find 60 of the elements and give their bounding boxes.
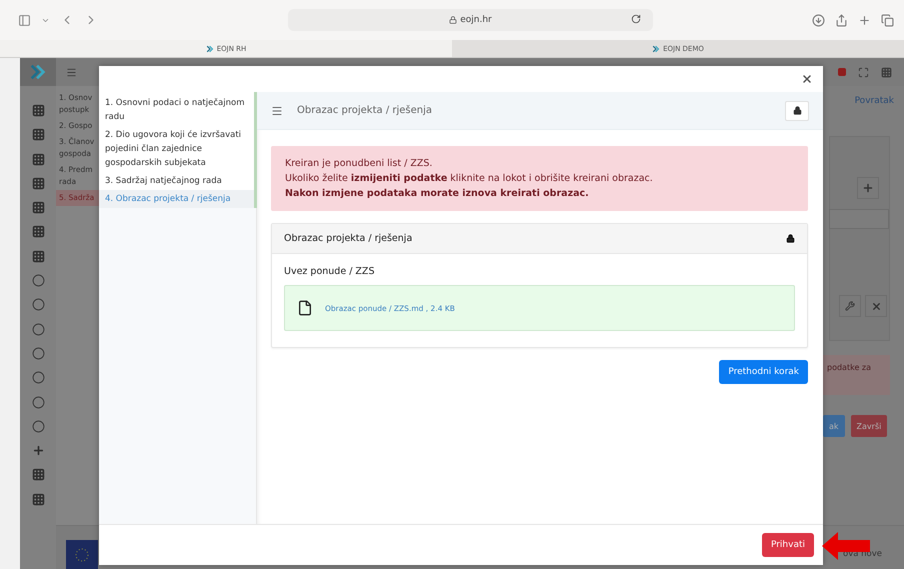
share-icon[interactable] bbox=[835, 14, 848, 26]
grid-icon[interactable] bbox=[32, 152, 44, 166]
circle-icon[interactable] bbox=[32, 420, 44, 433]
url-text: eojn.hr bbox=[460, 15, 492, 25]
circle-icon[interactable] bbox=[32, 298, 44, 312]
plus-icon[interactable] bbox=[32, 444, 44, 458]
back-link[interactable]: Povratak bbox=[854, 96, 894, 106]
tabs-icon[interactable] bbox=[881, 14, 894, 26]
section-title: Obrazac projekta / rješenja bbox=[297, 105, 432, 116]
reload-icon[interactable] bbox=[631, 14, 641, 24]
fullscreen-icon[interactable] bbox=[858, 66, 869, 78]
logo-icon bbox=[652, 44, 660, 52]
circle-icon[interactable] bbox=[32, 322, 44, 336]
sidebar-icon[interactable] bbox=[18, 14, 31, 26]
download-icon[interactable] bbox=[812, 14, 825, 26]
close-icon bbox=[801, 73, 813, 85]
lock-icon bbox=[449, 16, 458, 24]
grid-icon[interactable] bbox=[32, 250, 44, 263]
circle-icon[interactable] bbox=[32, 371, 44, 384]
action-button[interactable]: ak bbox=[823, 415, 845, 437]
grid-icon[interactable] bbox=[32, 201, 44, 214]
plus-icon bbox=[862, 182, 874, 194]
apps-icon[interactable] bbox=[881, 66, 892, 78]
grid-icon[interactable] bbox=[32, 176, 44, 190]
grid-icon[interactable] bbox=[32, 128, 44, 142]
new-tab-icon[interactable] bbox=[858, 14, 871, 26]
close-icon bbox=[870, 300, 882, 312]
lock-button[interactable] bbox=[785, 100, 809, 120]
circle-icon[interactable] bbox=[32, 346, 44, 360]
previous-step-button[interactable]: Prethodni korak bbox=[719, 360, 808, 384]
file-icon bbox=[297, 300, 313, 316]
field-label: Uvez ponude / ZZS bbox=[284, 266, 376, 277]
menu-icon[interactable] bbox=[271, 104, 283, 116]
wrench-icon bbox=[845, 301, 855, 311]
close-button[interactable] bbox=[801, 73, 813, 85]
grid-icon[interactable] bbox=[32, 492, 44, 506]
action-button[interactable]: Završi bbox=[850, 415, 888, 437]
nav-item[interactable]: 3. Sadržaj natječajnog rada bbox=[99, 172, 254, 190]
nav-item[interactable]: 2. Dio ugovora koji će izvršavati pojedini član zajednice gospodarskih subjekata bbox=[99, 126, 254, 172]
add-button[interactable] bbox=[857, 177, 879, 199]
card-title: Obrazac projekta / rješenja bbox=[284, 233, 412, 244]
alert-message: Kreiran je ponudbeni list / ZZS. Ukoliko želite izmijeniti podatke kliknite na lokot i obrišite kreirani obrazac. Nakon izmjene podataka morate iznova kreirati obrazac. bbox=[271, 146, 808, 211]
address-bar[interactable]: eojn.hr bbox=[288, 9, 653, 31]
grid-icon[interactable] bbox=[32, 468, 44, 482]
nav-item[interactable]: 1. Osnovni podaci o natječajnom radu bbox=[99, 94, 254, 126]
lock-icon bbox=[786, 234, 795, 243]
grid-icon[interactable] bbox=[32, 225, 44, 238]
lock-icon bbox=[792, 106, 802, 115]
logo-icon bbox=[206, 44, 214, 52]
circle-icon[interactable] bbox=[32, 396, 44, 409]
menu-icon[interactable] bbox=[66, 66, 77, 78]
wrench-button[interactable] bbox=[839, 295, 861, 317]
nav-item[interactable]: 4. Obrazac projekta / rješenja bbox=[99, 190, 254, 208]
grid-icon[interactable] bbox=[32, 104, 44, 117]
delete-button[interactable] bbox=[865, 295, 887, 317]
accept-button[interactable]: Prihvati bbox=[762, 533, 814, 557]
flag-icon bbox=[66, 540, 98, 569]
circle-icon[interactable] bbox=[32, 274, 44, 288]
logo-icon bbox=[29, 63, 47, 81]
alert-text: podatke za bbox=[823, 355, 890, 395]
